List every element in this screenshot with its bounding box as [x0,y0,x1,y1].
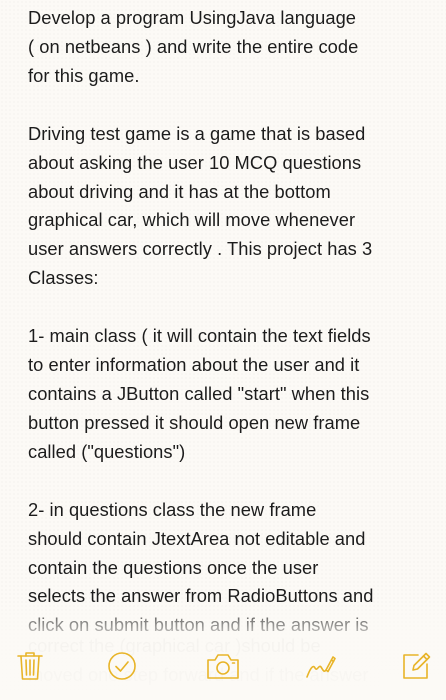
sketch-button[interactable] [302,648,338,684]
delete-button[interactable] [12,648,48,684]
checklist-button[interactable] [104,648,140,684]
camera-button[interactable] [205,648,241,684]
note-paragraph-3: 1- main class ( it will contain the text… [28,325,371,462]
note-paragraph-1: Develop a program UsingJava language ( o… [28,7,359,86]
trash-icon [17,652,43,680]
checklist-icon [108,652,136,680]
camera-icon [207,654,239,679]
note-body[interactable]: Develop a program UsingJava language ( o… [28,4,428,640]
note-paragraph-4: 2- in questions class the new frame shou… [28,498,374,636]
note-paragraph-2: Driving test game is a game that is base… [28,122,373,289]
compose-icon [403,652,431,679]
compose-button[interactable] [398,648,434,684]
sketch-icon [306,656,336,678]
bottom-toolbar [0,630,446,700]
